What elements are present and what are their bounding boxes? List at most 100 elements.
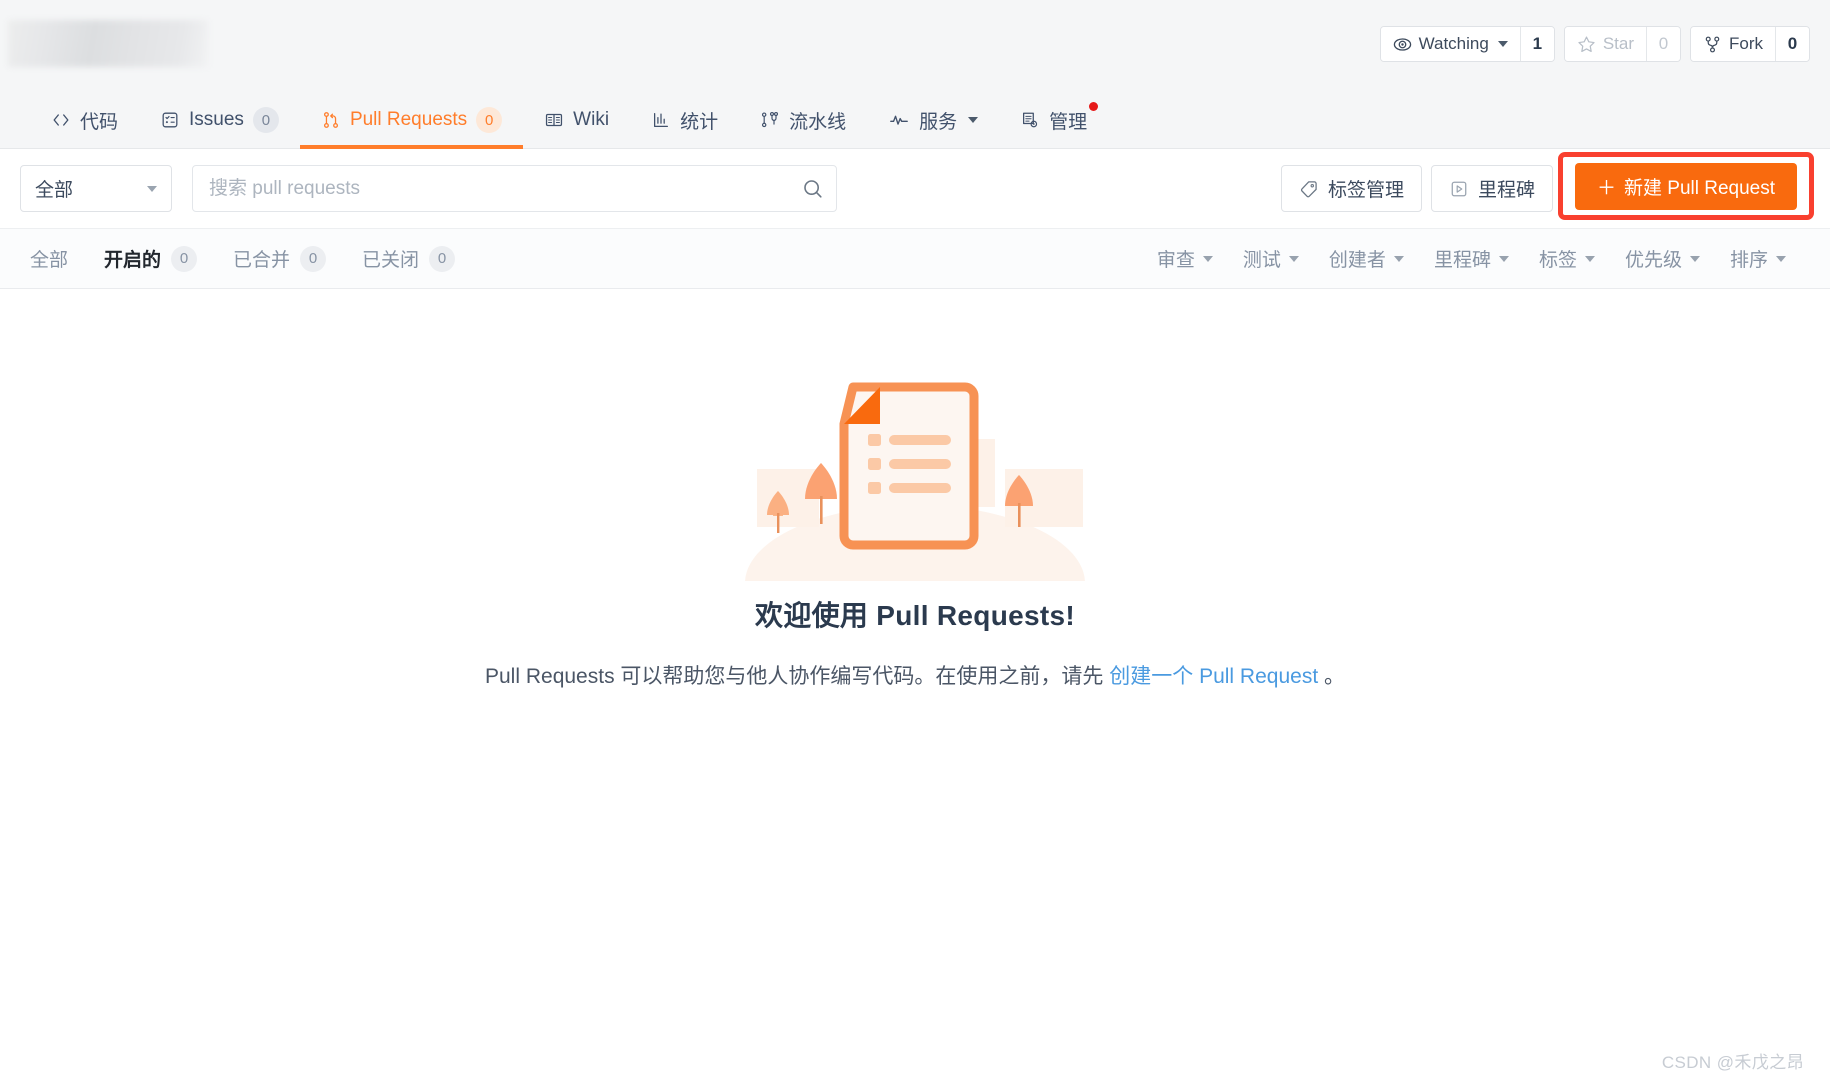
stats-icon bbox=[651, 110, 671, 130]
new-pull-request-label: 新建 Pull Request bbox=[1624, 177, 1776, 199]
filter-test-label: 测试 bbox=[1242, 250, 1281, 271]
filter-label-label: 标签 bbox=[1538, 250, 1577, 271]
star-label: Star bbox=[1602, 34, 1634, 53]
new-pull-request-button[interactable]: ＋ 新建 Pull Request bbox=[1574, 162, 1798, 210]
watching-count[interactable]: 1 bbox=[1519, 27, 1554, 61]
chevron-down-icon bbox=[968, 117, 979, 123]
filter-sort[interactable]: 排序 bbox=[1730, 245, 1786, 272]
star-count[interactable]: 0 bbox=[1646, 27, 1680, 61]
state-tab-merged[interactable]: 已合并 0 bbox=[233, 245, 327, 272]
pr-toolbar: 全部 标签管理 bbox=[0, 149, 1830, 229]
repo-logo-redacted bbox=[8, 20, 208, 67]
eye-icon bbox=[1393, 35, 1412, 54]
chevron-down-icon bbox=[1689, 255, 1700, 262]
label-manage-button[interactable]: 标签管理 bbox=[1280, 165, 1422, 212]
empty-state-title: 欢迎使用 Pull Requests! bbox=[755, 600, 1075, 631]
filter-review[interactable]: 审查 bbox=[1157, 245, 1213, 272]
pr-filter-bar: 全部 开启的 0 已合并 0 已关闭 0 审查 测试 创建者 里程碑 标签 优先… bbox=[0, 229, 1830, 289]
filter-milestone[interactable]: 里程碑 bbox=[1434, 245, 1509, 272]
star-button[interactable]: Star bbox=[1564, 27, 1646, 61]
nav-tab-stats-label: 统计 bbox=[680, 111, 719, 133]
search-input[interactable] bbox=[192, 165, 837, 212]
filter-review-label: 审查 bbox=[1156, 250, 1195, 271]
filter-creator[interactable]: 创建者 bbox=[1329, 245, 1404, 272]
nav-tab-pull-requests[interactable]: Pull Requests 0 bbox=[299, 92, 524, 149]
filter-label[interactable]: 标签 bbox=[1539, 245, 1595, 272]
state-tab-open-count: 0 bbox=[171, 245, 198, 272]
filter-creator-label: 创建者 bbox=[1328, 250, 1386, 271]
milestone-label: 里程碑 bbox=[1477, 180, 1535, 201]
scope-select[interactable]: 全部 bbox=[20, 165, 172, 212]
fork-count[interactable]: 0 bbox=[1775, 27, 1809, 61]
empty-state-desc-before: Pull Requests 可以帮助您与他人协作编写代码。在使用之前，请先 bbox=[485, 665, 1110, 688]
state-tab-all[interactable]: 全部 bbox=[30, 245, 68, 272]
notification-dot-icon bbox=[1089, 102, 1099, 111]
empty-state-description: Pull Requests 可以帮助您与他人协作编写代码。在使用之前，请先 创建… bbox=[485, 660, 1345, 690]
nav-tab-pipeline[interactable]: 流水线 bbox=[739, 92, 867, 148]
scope-select-label: 全部 bbox=[35, 180, 74, 201]
empty-state-illustration bbox=[705, 351, 1125, 661]
state-tab-closed-count: 0 bbox=[429, 245, 456, 272]
milestone-button[interactable]: 里程碑 bbox=[1430, 165, 1553, 212]
fork-button-group[interactable]: Fork 0 bbox=[1690, 26, 1810, 62]
chevron-down-icon bbox=[1497, 41, 1508, 47]
state-tab-closed[interactable]: 已关闭 0 bbox=[362, 245, 456, 272]
search-icon[interactable] bbox=[801, 177, 825, 201]
create-pull-request-link[interactable]: 创建一个 Pull Request bbox=[1109, 665, 1318, 688]
nav-tab-stats[interactable]: 统计 bbox=[630, 92, 739, 148]
plus-icon: ＋ bbox=[1596, 177, 1616, 199]
repo-action-buttons: Watching 1 Star 0 Fork 0 bbox=[1379, 26, 1810, 62]
filter-dropdowns: 审查 测试 创建者 里程碑 标签 优先级 排序 bbox=[1157, 245, 1806, 272]
nav-tab-issues-label: Issues bbox=[189, 109, 244, 130]
wiki-icon bbox=[544, 110, 564, 130]
page-root: Watching 1 Star 0 Fork 0 代码 Issues 0 Pul… bbox=[0, 0, 1830, 1089]
fork-icon bbox=[1703, 35, 1722, 54]
nav-tab-manage[interactable]: 管理 bbox=[999, 92, 1108, 148]
state-tab-open[interactable]: 开启的 0 bbox=[104, 245, 198, 272]
empty-state-desc-after: 。 bbox=[1318, 665, 1345, 688]
fork-button[interactable]: Fork bbox=[1691, 27, 1775, 61]
chevron-down-icon bbox=[1393, 255, 1404, 262]
chevron-down-icon bbox=[1288, 255, 1299, 262]
label-manage-label: 标签管理 bbox=[1327, 180, 1404, 201]
star-button-group[interactable]: Star 0 bbox=[1563, 26, 1681, 62]
star-icon bbox=[1577, 35, 1596, 54]
watermark: CSDN @禾戊之昂 bbox=[1661, 1053, 1804, 1072]
pipeline-icon bbox=[760, 110, 780, 130]
nav-tab-service[interactable]: 服务 bbox=[867, 92, 999, 148]
filter-priority-label: 优先级 bbox=[1624, 250, 1682, 271]
empty-state: 欢迎使用 Pull Requests! Pull Requests 可以帮助您与… bbox=[0, 351, 1830, 690]
watching-button[interactable]: Watching bbox=[1380, 27, 1520, 61]
nav-tab-wiki-label: Wiki bbox=[573, 109, 610, 130]
code-icon bbox=[51, 110, 71, 130]
state-tab-merged-label: 已合并 bbox=[233, 250, 291, 271]
manage-icon bbox=[1020, 110, 1040, 130]
repo-nav-tabs: 代码 Issues 0 Pull Requests 0 Wiki 统计 流水线 … bbox=[0, 92, 1830, 149]
nav-tab-code-label: 代码 bbox=[80, 111, 119, 133]
nav-tab-issues[interactable]: Issues 0 bbox=[139, 92, 300, 148]
state-tabs: 全部 开启的 0 已合并 0 已关闭 0 bbox=[24, 245, 456, 272]
nav-tab-pull-requests-label: Pull Requests bbox=[349, 109, 468, 130]
filter-test[interactable]: 测试 bbox=[1243, 245, 1299, 272]
nav-tab-manage-label: 管理 bbox=[1049, 111, 1088, 133]
nav-tab-code[interactable]: 代码 bbox=[30, 92, 139, 148]
state-tab-open-label: 开启的 bbox=[104, 250, 162, 271]
chevron-down-icon bbox=[1202, 255, 1213, 262]
repo-header: Watching 1 Star 0 Fork 0 bbox=[0, 0, 1830, 92]
pr-list-content: 欢迎使用 Pull Requests! Pull Requests 可以帮助您与… bbox=[0, 289, 1830, 1089]
state-tab-merged-count: 0 bbox=[300, 245, 327, 272]
filter-priority[interactable]: 优先级 bbox=[1625, 245, 1700, 272]
issues-icon bbox=[160, 110, 180, 130]
nav-tab-wiki[interactable]: Wiki bbox=[523, 92, 630, 148]
service-icon bbox=[888, 110, 910, 130]
state-tab-all-label: 全部 bbox=[30, 250, 69, 271]
nav-tab-pull-requests-count: 0 bbox=[476, 107, 503, 133]
pull-request-icon bbox=[321, 110, 341, 130]
filter-milestone-label: 里程碑 bbox=[1433, 250, 1491, 271]
watching-label: Watching bbox=[1418, 34, 1489, 53]
state-tab-closed-label: 已关闭 bbox=[362, 250, 420, 271]
nav-tab-service-label: 服务 bbox=[919, 111, 958, 133]
chevron-down-icon bbox=[1776, 255, 1786, 262]
nav-tab-pipeline-label: 流水线 bbox=[789, 111, 847, 133]
watching-button-group[interactable]: Watching 1 bbox=[1379, 26, 1555, 62]
